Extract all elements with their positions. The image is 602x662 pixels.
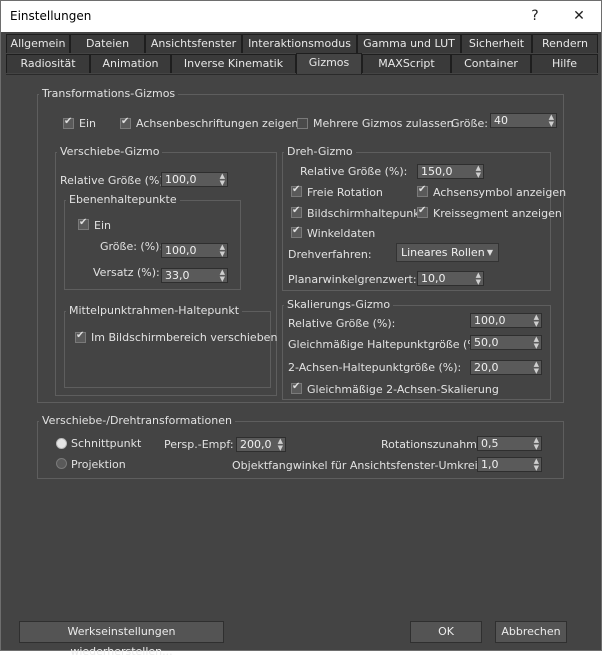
rotation-method-dropdown[interactable]: Lineares Rollen ▼ xyxy=(396,243,499,262)
chevron-down-icon: ▼ xyxy=(486,248,493,257)
screen-move-checkbox[interactable] xyxy=(75,330,86,343)
circle-segment-checkbox[interactable] xyxy=(417,205,428,218)
rotate-gizmo-title: Dreh-Gizmo xyxy=(284,145,356,158)
help-button[interactable]: ? xyxy=(513,3,557,29)
preferences-dialog: Einstellungen ? ✕ Allgemein Dateien Ansi… xyxy=(0,0,602,658)
move-rel-size-value: 100,0 xyxy=(165,173,197,186)
projection-radio[interactable] xyxy=(56,458,67,469)
tab-gizmos[interactable]: Gizmos xyxy=(296,53,362,75)
intersection-radio[interactable] xyxy=(56,438,67,449)
center-handle-title: Mittelpunktrahmen-Haltepunkt xyxy=(66,304,243,317)
free-rotation-label: Freie Rotation xyxy=(307,186,383,199)
uniform-handle-value: 50,0 xyxy=(474,336,499,349)
rotation-increment-label: Rotationszunahme: xyxy=(381,438,488,451)
center-handle-group xyxy=(64,311,271,388)
two-axis-size-value: 20,0 xyxy=(474,361,499,374)
tab-rendern[interactable]: Rendern xyxy=(532,34,598,53)
plane-angle-spinner[interactable]: 10,0 ▲ ▼ xyxy=(417,271,484,286)
plane-on-checkbox[interactable] xyxy=(78,217,89,230)
scale-rel-size-label: Relative Größe (%): xyxy=(288,317,396,330)
axis-symbol-label: Achsensymbol anzeigen xyxy=(433,186,567,199)
axis-labels-checkbox[interactable] xyxy=(120,116,131,129)
plane-angle-label: Planarwinkelgrenzwert: xyxy=(288,273,417,286)
plane-size-label: Größe: (%): xyxy=(100,240,164,253)
plane-offset-spinner[interactable]: 33,0 ▲ ▼ xyxy=(161,268,228,283)
scale-rel-size-value: 100,0 xyxy=(474,314,506,327)
gizmo-on-checkbox[interactable] xyxy=(63,116,74,129)
tab-sicherheit[interactable]: Sicherheit xyxy=(461,34,532,53)
free-rotation-checkbox[interactable] xyxy=(291,184,302,197)
title-bar: Einstellungen ? ✕ xyxy=(1,1,601,32)
scale-gizmo-title: Skalierungs-Gizmo xyxy=(284,298,394,311)
two-axis-size-label: 2-Achsen-Haltepunktgröße (%): xyxy=(288,361,462,374)
intersection-label: Schnittpunkt xyxy=(71,437,142,450)
uniform-handle-spinner[interactable]: 50,0 ▲ ▼ xyxy=(470,335,542,350)
projection-label: Projektion xyxy=(71,458,126,471)
multi-gizmos-checkbox[interactable] xyxy=(297,118,308,129)
screen-handle-label: Bildschirmhaltepunkt xyxy=(307,207,424,220)
move-gizmo-title: Verschiebe-Gizmo xyxy=(57,145,163,158)
plane-size-spinner[interactable]: 100,0 ▲ ▼ xyxy=(161,243,228,258)
rotation-increment-value: 0,5 xyxy=(481,437,499,450)
tab-gamma-lut[interactable]: Gamma und LUT xyxy=(357,34,461,53)
ok-button[interactable]: OK xyxy=(410,621,482,643)
angle-data-checkbox[interactable] xyxy=(291,225,302,238)
gizmo-on-label: Ein xyxy=(79,117,96,130)
cancel-button[interactable]: Abbrechen xyxy=(495,621,567,643)
rotate-rel-size-spinner[interactable]: 150,0 ▲ ▼ xyxy=(417,164,484,179)
tab-allgemein[interactable]: Allgemein xyxy=(6,34,70,53)
uniform-two-axis-label: Gleichmäßige 2-Achsen-Skalierung xyxy=(307,383,499,396)
circle-segment-label: Kreissegment anzeigen xyxy=(433,207,562,220)
plane-angle-value: 10,0 xyxy=(421,272,446,285)
tab-radiositat[interactable]: Radiosität xyxy=(6,54,90,73)
tab-ansichtsfenster[interactable]: Ansichtsfenster xyxy=(145,34,242,53)
persp-value: 200,0 xyxy=(240,438,272,451)
snap-angle-value: 1,0 xyxy=(481,458,499,471)
two-axis-size-spinner[interactable]: 20,0 ▲ ▼ xyxy=(470,360,542,375)
move-rotate-title: Verschiebe-/Drehtransformationen xyxy=(39,414,235,427)
multi-gizmos-label: Mehrere Gizmos zulassen xyxy=(313,117,454,130)
plane-offset-label: Versatz (%): xyxy=(93,266,160,279)
window-title: Einstellungen xyxy=(10,9,92,23)
snap-angle-spinner[interactable]: 1,0 ▲ ▼ xyxy=(477,457,542,472)
move-rel-size-spinner[interactable]: 100,0 ▲ ▼ xyxy=(161,172,228,187)
tab-animation[interactable]: Animation xyxy=(90,54,171,73)
plane-on-label: Ein xyxy=(94,219,111,232)
tab-dateien[interactable]: Dateien xyxy=(70,34,145,53)
transform-gizmos-title: Transformations-Gizmos xyxy=(39,87,179,100)
tab-interaktionsmodus[interactable]: Interaktionsmodus xyxy=(242,34,357,53)
persp-label: Persp.-Empf: xyxy=(164,438,234,451)
uniform-two-axis-checkbox[interactable] xyxy=(291,381,302,394)
rotate-rel-size-value: 150,0 xyxy=(421,165,453,178)
axis-labels-label: Achsenbeschriftungen zeigen xyxy=(136,117,299,130)
close-button[interactable]: ✕ xyxy=(557,3,601,29)
uniform-handle-label: Gleichmäßige Haltepunktgröße (%) : xyxy=(288,338,490,351)
screen-move-label: Im Bildschirmbereich verschieben xyxy=(91,331,278,344)
tab-container[interactable]: Container xyxy=(451,54,531,73)
tab-hilfe[interactable]: Hilfe xyxy=(531,54,598,73)
persp-spinner[interactable]: 200,0 ▲ ▼ xyxy=(236,437,286,452)
tab-maxscript[interactable]: MAXScript xyxy=(362,54,451,73)
axis-symbol-checkbox[interactable] xyxy=(417,184,428,197)
size-value: 40 xyxy=(494,114,508,127)
tab-inverse-kinematik[interactable]: Inverse Kinematik xyxy=(171,54,296,73)
angle-data-label: Winkeldaten xyxy=(307,227,376,240)
snap-angle-label: Objektfangwinkel für Ansichtsfenster-Umk… xyxy=(232,459,509,472)
plane-offset-value: 33,0 xyxy=(165,269,190,282)
size-label: Größe: xyxy=(451,117,488,130)
screen-handle-checkbox[interactable] xyxy=(291,205,302,218)
move-rel-size-label: Relative Größe (%): xyxy=(60,174,168,187)
size-spinner[interactable]: 40 ▲ ▼ xyxy=(490,113,557,128)
scale-rel-size-spinner[interactable]: 100,0 ▲ ▼ xyxy=(470,313,542,328)
rotation-method-value: Lineares Rollen xyxy=(401,246,485,259)
plane-size-value: 100,0 xyxy=(165,244,197,257)
rotate-rel-size-label: Relative Größe (%): xyxy=(300,165,408,178)
plane-handles-title: Ebenenhaltepunkte xyxy=(66,193,180,206)
tab-divider xyxy=(6,74,598,75)
reset-defaults-button[interactable]: Werkseinstellungen wiederherstellen... xyxy=(19,621,224,658)
rotation-method-label: Drehverfahren: xyxy=(288,248,372,261)
rotation-increment-spinner[interactable]: 0,5 ▲ ▼ xyxy=(477,436,542,451)
